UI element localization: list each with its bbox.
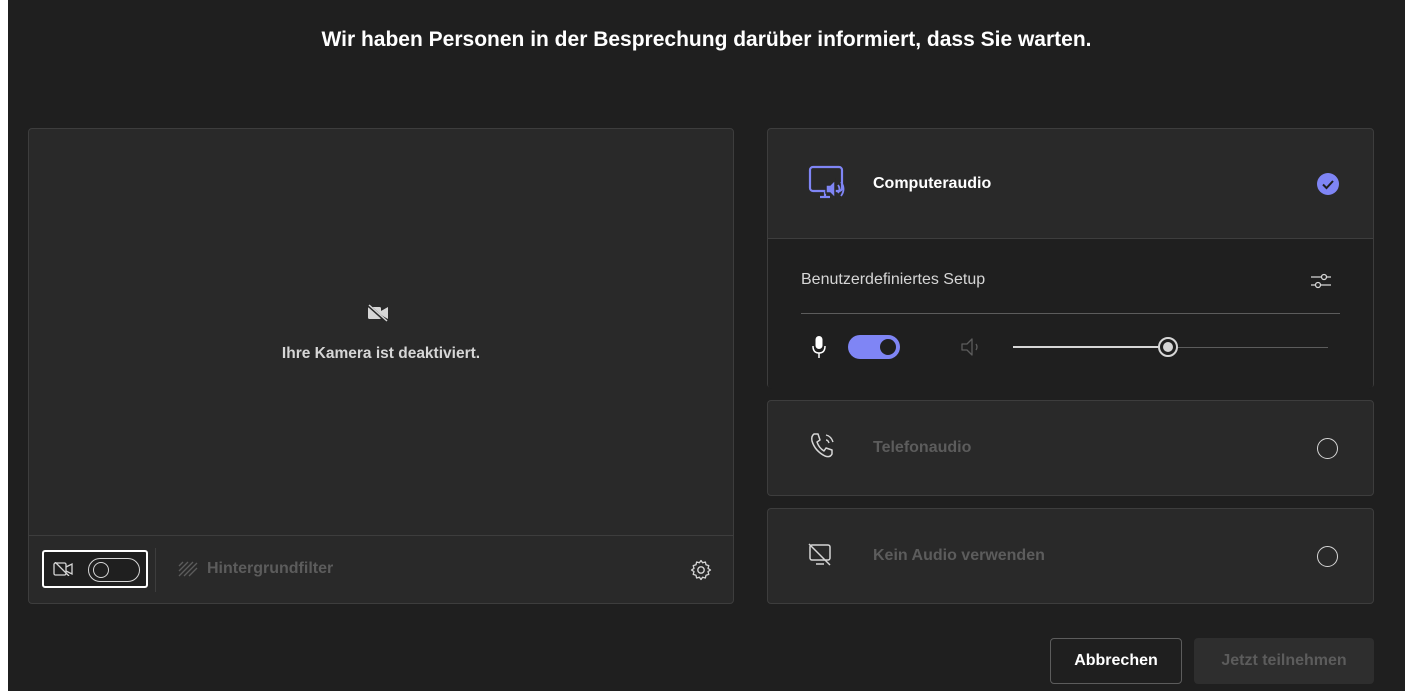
left-edge <box>0 0 8 691</box>
no-audio-radio[interactable] <box>1317 546 1338 567</box>
switch-knob <box>93 562 109 578</box>
speaker-volume-fill <box>1013 346 1168 348</box>
background-filter-label: Hintergrundfilter <box>207 560 334 577</box>
selected-check-icon <box>1317 173 1339 195</box>
phone-audio-radio[interactable] <box>1317 438 1338 459</box>
microphone-icon <box>812 336 826 358</box>
background-effects-icon <box>178 561 198 577</box>
join-now-button[interactable]: Jetzt teilnehmen <box>1194 638 1374 684</box>
phone-audio-label: Telefonaudio <box>873 439 972 456</box>
video-off-icon <box>53 562 73 576</box>
section-divider <box>801 313 1340 314</box>
microphone-toggle[interactable] <box>848 335 900 359</box>
video-preview-panel: Ihre Kamera ist deaktiviert. Hintergrund… <box>28 128 734 604</box>
toolbar-divider <box>155 548 156 592</box>
video-area: Ihre Kamera ist deaktiviert. <box>29 129 733 536</box>
phone-call-icon <box>811 433 834 458</box>
video-off-icon <box>367 304 388 322</box>
video-toolbar: Hintergrundfilter <box>29 535 733 603</box>
custom-setup-section: Benutzerdefiniertes Setup <box>768 239 1373 389</box>
no-audio-label: Kein Audio verwenden <box>873 547 1045 564</box>
prejoin-screen: Wir haben Personen in der Besprechung da… <box>0 0 1405 691</box>
device-settings-icon[interactable] <box>1309 269 1333 293</box>
gear-icon[interactable] <box>689 558 713 582</box>
custom-setup-label: Benutzerdefiniertes Setup <box>801 271 986 288</box>
camera-switch[interactable] <box>88 558 140 582</box>
computer-audio-header[interactable]: Computeraudio <box>768 129 1373 239</box>
computer-audio-option[interactable]: Computeraudio Benutzerdefiniertes Setup <box>767 128 1374 389</box>
camera-off-message: Ihre Kamera ist deaktiviert. <box>281 345 481 362</box>
speaker-volume-track[interactable] <box>1168 347 1328 348</box>
switch-knob <box>880 339 896 355</box>
camera-toggle[interactable] <box>42 550 148 588</box>
computer-speaker-icon <box>808 165 845 200</box>
page-title: Wir haben Personen in der Besprechung da… <box>321 28 1092 51</box>
speaker-volume-thumb[interactable] <box>1158 337 1178 357</box>
phone-audio-option[interactable]: Telefonaudio <box>767 400 1374 496</box>
speaker-icon <box>961 338 978 356</box>
computer-audio-label: Computeraudio <box>873 175 992 192</box>
no-audio-screen-icon <box>808 543 831 566</box>
cancel-button[interactable]: Abbrechen <box>1050 638 1182 684</box>
no-audio-option[interactable]: Kein Audio verwenden <box>767 508 1374 604</box>
background-filter-button[interactable]: Hintergrundfilter <box>177 560 333 578</box>
